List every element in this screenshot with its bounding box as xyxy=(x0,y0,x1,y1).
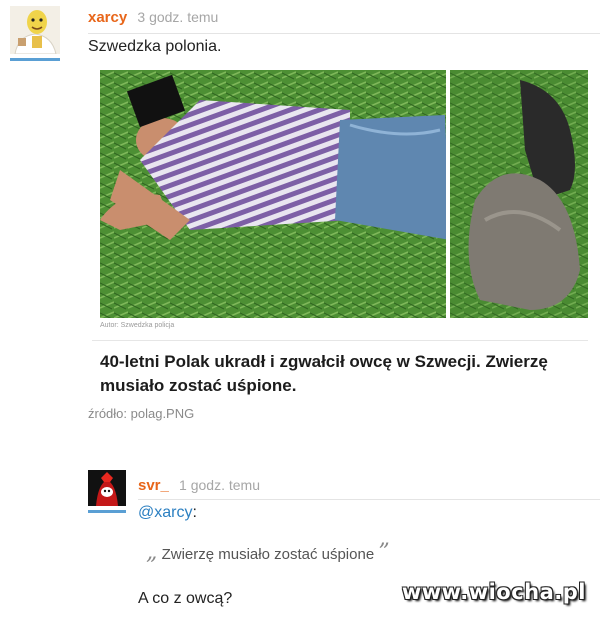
comment-text: Szwedzka polonia. xyxy=(88,38,222,55)
avatar[interactable] xyxy=(10,6,60,54)
author-name[interactable]: xarcy xyxy=(88,9,127,26)
mention-suffix: : xyxy=(192,504,197,521)
quote-block: „ Zwierzę musiało zostać uśpione ” xyxy=(146,540,390,565)
quote-open-mark: „ xyxy=(146,540,158,565)
quote-close-mark: ” xyxy=(378,540,390,565)
author-name[interactable]: svr_ xyxy=(138,477,169,494)
avatar-underline xyxy=(10,58,60,61)
timestamp[interactable]: 3 godz. temu xyxy=(137,9,218,25)
avatar-wrap[interactable] xyxy=(10,6,60,61)
comment-text: A co z owcą? xyxy=(138,590,233,607)
source-label[interactable]: źródło: polag.PNG xyxy=(88,406,194,421)
avatar[interactable] xyxy=(88,470,126,506)
photo-credit: Autor: Szwedzka policja xyxy=(100,322,175,329)
embed-divider xyxy=(92,340,588,341)
article-headline[interactable]: 40-letni Polak ukradł i zgwałcił owcę w … xyxy=(100,350,570,398)
meta-divider xyxy=(138,499,600,500)
timestamp[interactable]: 1 godz. temu xyxy=(179,477,260,493)
comment-meta: svr_ 1 godz. temu xyxy=(138,477,260,494)
meta-divider xyxy=(88,33,600,34)
avatar-wrap[interactable] xyxy=(88,470,126,513)
quote-text: Zwierzę musiało zostać uśpione xyxy=(161,546,375,563)
reply-mention-line: @xarcy: xyxy=(138,504,197,522)
mention-link[interactable]: @xarcy xyxy=(138,504,192,521)
avatar-underline xyxy=(88,510,126,513)
photo[interactable] xyxy=(100,70,588,318)
comment-meta: xarcy 3 godz. temu xyxy=(88,9,218,26)
embedded-image[interactable]: Autor: Szwedzka policja 40-letni Polak u… xyxy=(92,70,588,400)
site-watermark: www.wiocha.pl xyxy=(401,580,586,604)
